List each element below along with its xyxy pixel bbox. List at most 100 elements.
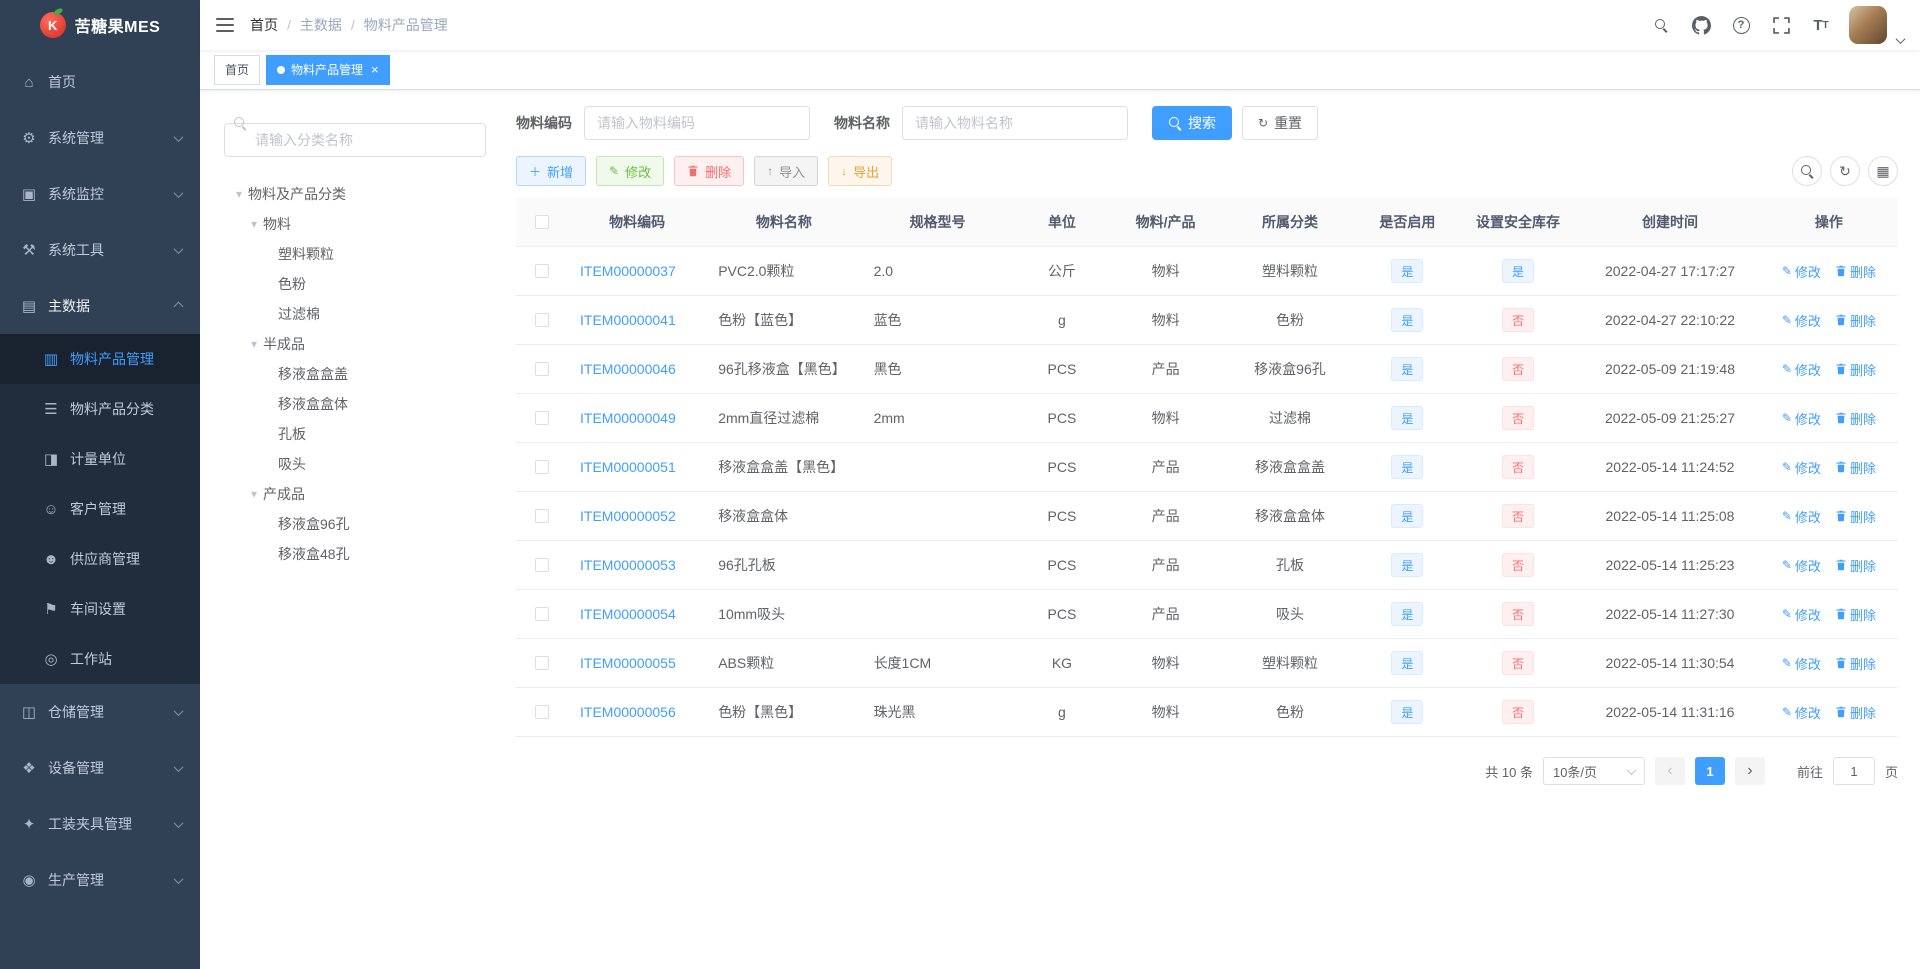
page-number-button[interactable]: 1: [1694, 757, 1725, 785]
row-delete-button[interactable]: 删除: [1835, 409, 1876, 428]
tree-node[interactable]: 过滤棉: [224, 299, 486, 329]
sidebar-item-system-tools[interactable]: ⚒ 系统工具: [0, 222, 200, 278]
sidebar-item-system-monitor[interactable]: ▣ 系统监控: [0, 166, 200, 222]
tree-node[interactable]: 移液盒盒盖: [224, 359, 486, 389]
material-code-link[interactable]: ITEM00000052: [580, 508, 676, 524]
edit-button[interactable]: ✎ 修改: [596, 156, 665, 186]
row-edit-button[interactable]: ✎ 修改: [1782, 654, 1821, 673]
tree-node[interactable]: ▾ 物料: [224, 209, 486, 239]
material-code-link[interactable]: ITEM00000055: [580, 655, 676, 671]
github-icon[interactable]: [1689, 13, 1713, 37]
material-code-link[interactable]: ITEM00000046: [580, 361, 676, 377]
page-size-select[interactable]: 10条/页: [1542, 757, 1645, 785]
search-button[interactable]: 搜索: [1152, 106, 1232, 140]
export-button[interactable]: ↓ 导出: [828, 156, 893, 186]
tree-node[interactable]: 色粉: [224, 269, 486, 299]
material-code-link[interactable]: ITEM00000051: [580, 459, 676, 475]
row-delete-button[interactable]: 删除: [1835, 311, 1876, 330]
tree-node[interactable]: ▾ 半成品: [224, 329, 486, 359]
select-all-checkbox[interactable]: [535, 215, 549, 229]
prev-page-button[interactable]: ‹: [1654, 757, 1685, 785]
tree-node[interactable]: 移液盒96孔: [224, 509, 486, 539]
sidebar-item-measure-unit[interactable]: ◨ 计量单位: [0, 434, 200, 484]
tree-expand-icon[interactable]: ▾: [245, 217, 263, 231]
sidebar-item-home[interactable]: ⌂ 首页: [0, 54, 200, 110]
sidebar-item-system-manage[interactable]: ⚙ 系统管理: [0, 110, 200, 166]
row-checkbox[interactable]: [535, 558, 549, 572]
row-edit-button[interactable]: ✎ 修改: [1782, 409, 1821, 428]
row-edit-button[interactable]: ✎ 修改: [1782, 605, 1821, 624]
reset-button[interactable]: ↻ 重置: [1242, 106, 1319, 140]
code-filter-input[interactable]: [584, 106, 810, 140]
show-search-toggle-button[interactable]: [1792, 156, 1822, 186]
row-checkbox[interactable]: [535, 362, 549, 376]
row-edit-button[interactable]: ✎ 修改: [1782, 360, 1821, 379]
sidebar-item-supplier-manage[interactable]: ☻ 供应商管理: [0, 534, 200, 584]
row-delete-button[interactable]: 删除: [1835, 654, 1876, 673]
row-checkbox[interactable]: [535, 460, 549, 474]
help-icon[interactable]: ?: [1729, 13, 1753, 37]
hamburger-icon[interactable]: [216, 17, 234, 33]
avatar[interactable]: [1849, 6, 1887, 44]
add-button[interactable]: ＋ 新增: [516, 156, 587, 186]
row-checkbox[interactable]: [535, 705, 549, 719]
tab-home[interactable]: 首页: [214, 54, 261, 85]
tree-node[interactable]: 移液盒盒体: [224, 389, 486, 419]
row-delete-button[interactable]: 删除: [1835, 458, 1876, 477]
tree-node[interactable]: ▾ 产成品: [224, 479, 486, 509]
row-checkbox[interactable]: [535, 264, 549, 278]
row-edit-button[interactable]: ✎ 修改: [1782, 458, 1821, 477]
name-filter-input[interactable]: [902, 106, 1128, 140]
sidebar-item-tooling-fixture-manage[interactable]: ✦ 工装夹具管理: [0, 796, 200, 852]
font-size-icon[interactable]: TT: [1809, 13, 1833, 37]
tree-expand-icon[interactable]: ▾: [230, 187, 248, 201]
sidebar-item-workshop-setting[interactable]: ⚑ 车间设置: [0, 584, 200, 634]
material-code-link[interactable]: ITEM00000054: [580, 606, 676, 622]
material-code-link[interactable]: ITEM00000049: [580, 410, 676, 426]
row-edit-button[interactable]: ✎ 修改: [1782, 703, 1821, 722]
tab-material-product-manage[interactable]: 物料产品管理 ×: [266, 54, 390, 85]
delete-button[interactable]: 删除: [674, 156, 745, 186]
material-code-link[interactable]: ITEM00000037: [580, 263, 676, 279]
avatar-caret-icon[interactable]: [1895, 34, 1906, 45]
row-checkbox[interactable]: [535, 411, 549, 425]
search-icon[interactable]: [1649, 13, 1673, 37]
sidebar-item-customer-manage[interactable]: ☺ 客户管理: [0, 484, 200, 534]
material-code-link[interactable]: ITEM00000053: [580, 557, 676, 573]
row-delete-button[interactable]: 删除: [1835, 360, 1876, 379]
app-logo[interactable]: K 苦糖果MES: [0, 0, 200, 50]
tree-expand-icon[interactable]: ▾: [245, 337, 263, 351]
material-code-link[interactable]: ITEM00000041: [580, 312, 676, 328]
row-delete-button[interactable]: 删除: [1835, 703, 1876, 722]
tree-node[interactable]: 塑料颗粒: [224, 239, 486, 269]
row-delete-button[interactable]: 删除: [1835, 507, 1876, 526]
tree-node[interactable]: 吸头: [224, 449, 486, 479]
material-code-link[interactable]: ITEM00000056: [580, 704, 676, 720]
row-checkbox[interactable]: [535, 313, 549, 327]
category-search-input[interactable]: [224, 123, 486, 157]
row-edit-button[interactable]: ✎ 修改: [1782, 556, 1821, 575]
sidebar-item-equipment-manage[interactable]: ❖ 设备管理: [0, 740, 200, 796]
close-tab-icon[interactable]: ×: [371, 63, 379, 76]
row-checkbox[interactable]: [535, 509, 549, 523]
next-page-button[interactable]: ›: [1734, 757, 1765, 785]
tree-expand-icon[interactable]: ▾: [245, 487, 263, 501]
row-delete-button[interactable]: 删除: [1835, 556, 1876, 575]
tree-node[interactable]: 孔板: [224, 419, 486, 449]
sidebar-item-material-product-manage[interactable]: ▥ 物料产品管理: [0, 334, 200, 384]
goto-page-input[interactable]: [1832, 757, 1875, 785]
row-delete-button[interactable]: 删除: [1835, 262, 1876, 281]
sidebar-item-master-data[interactable]: ▤ 主数据: [0, 278, 200, 334]
row-edit-button[interactable]: ✎ 修改: [1782, 262, 1821, 281]
fullscreen-icon[interactable]: [1769, 13, 1793, 37]
sidebar-item-warehouse-manage[interactable]: ◫ 仓储管理: [0, 684, 200, 740]
row-edit-button[interactable]: ✎ 修改: [1782, 311, 1821, 330]
column-settings-button[interactable]: ▦: [1868, 156, 1898, 186]
row-edit-button[interactable]: ✎ 修改: [1782, 507, 1821, 526]
sidebar-item-workstation[interactable]: ◎ 工作站: [0, 634, 200, 684]
row-delete-button[interactable]: 删除: [1835, 605, 1876, 624]
tree-node[interactable]: ▾ 物料及产品分类: [224, 179, 486, 209]
refresh-table-button[interactable]: ↻: [1830, 156, 1860, 186]
import-button[interactable]: ↑ 导入: [754, 156, 819, 186]
sidebar-item-production-manage[interactable]: ◉ 生产管理: [0, 852, 200, 908]
